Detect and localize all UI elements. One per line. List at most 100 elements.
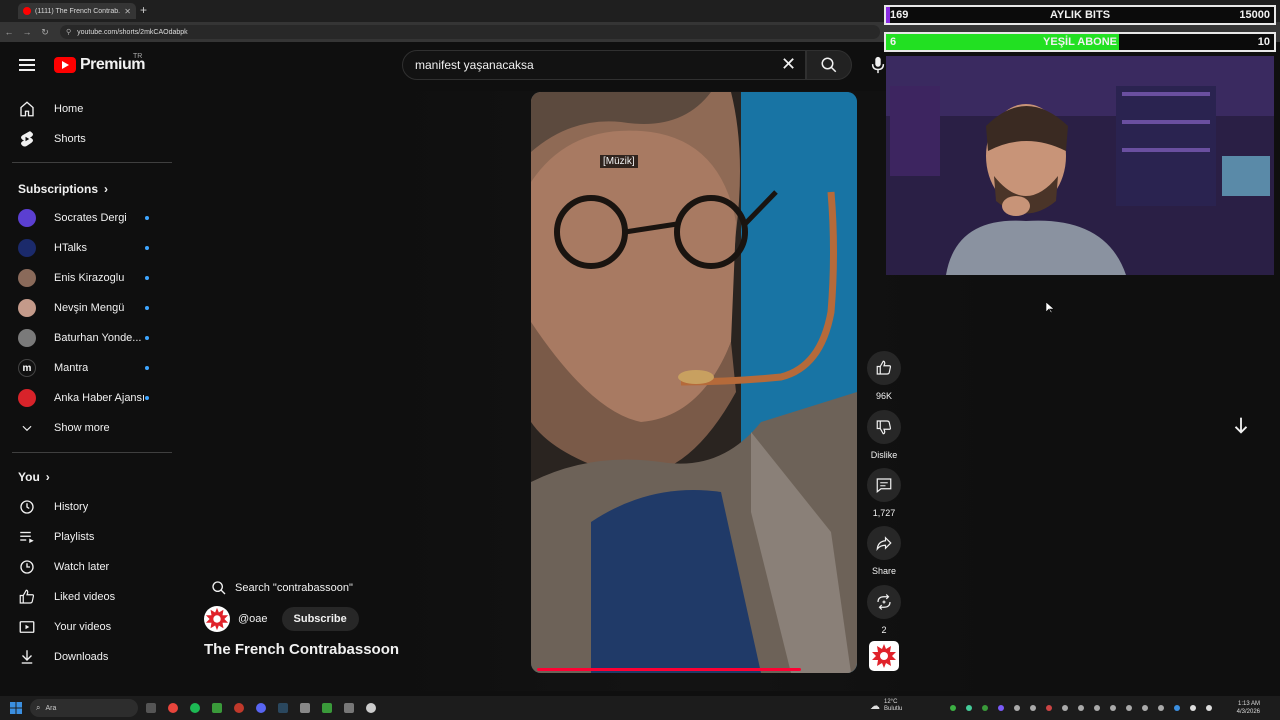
like-button[interactable]: 96K bbox=[866, 351, 902, 401]
sidebar-item-home[interactable]: Home bbox=[0, 94, 170, 124]
tray-app-icon[interactable] bbox=[1094, 705, 1100, 711]
sidebar-item-subscription[interactable]: HTalks bbox=[0, 233, 170, 263]
chrome-icon[interactable] bbox=[168, 703, 178, 713]
show-more-button[interactable]: Show more bbox=[0, 413, 170, 443]
new-content-dot bbox=[145, 366, 149, 370]
youtube-favicon-icon bbox=[23, 7, 31, 15]
sidebar-item-subscription[interactable]: Enis Kirazoglu bbox=[0, 263, 170, 293]
volume-icon[interactable] bbox=[1206, 705, 1212, 711]
tray-app-icon[interactable] bbox=[982, 705, 988, 711]
subscriptions-header[interactable]: Subscriptions › bbox=[18, 182, 108, 196]
sidebar-item-shorts[interactable]: Shorts bbox=[0, 124, 170, 154]
network-icon[interactable] bbox=[1190, 705, 1196, 711]
taskbar-search-label: Ara bbox=[45, 704, 57, 712]
taskbar-search[interactable]: ⌕ Ara bbox=[30, 699, 138, 717]
cloud-icon: ☁ bbox=[870, 700, 880, 712]
channel-handle[interactable]: @oae bbox=[238, 613, 268, 625]
task-view-icon[interactable] bbox=[146, 703, 156, 713]
sidebar-item-subscription[interactable]: Anka Haber Ajansı bbox=[0, 383, 170, 413]
new-tab-icon[interactable]: + bbox=[140, 3, 147, 17]
channel-avatar[interactable] bbox=[204, 606, 230, 632]
comments-circle[interactable] bbox=[867, 468, 901, 502]
subs-goal-current: 6 bbox=[890, 36, 897, 48]
sound-button[interactable] bbox=[869, 641, 899, 671]
menu-icon[interactable] bbox=[19, 59, 35, 71]
sidebar-item-your-videos[interactable]: Your videos bbox=[0, 612, 170, 642]
channel-avatar bbox=[18, 269, 36, 287]
sidebar-item-subscription[interactable]: m Mantra bbox=[0, 353, 170, 383]
remix-button[interactable]: 2 bbox=[866, 585, 902, 635]
sidebar-item-history[interactable]: History bbox=[0, 492, 170, 522]
search-button[interactable] bbox=[806, 50, 852, 80]
xbox-icon[interactable] bbox=[212, 703, 222, 713]
sidebar: Home Shorts Subscriptions › Socrates Der… bbox=[0, 94, 172, 690]
sidebar-item-subscription[interactable]: Socrates Dergi bbox=[0, 203, 170, 233]
settings-icon[interactable] bbox=[300, 703, 310, 713]
sidebar-item-liked-videos[interactable]: Liked videos bbox=[0, 582, 170, 612]
tray-app-icon[interactable] bbox=[1142, 705, 1148, 711]
shorts-video[interactable] bbox=[531, 92, 857, 673]
sidebar-item-watch-later[interactable]: Watch later bbox=[0, 552, 170, 582]
tray-app-icon[interactable] bbox=[1126, 705, 1132, 711]
spotify-icon[interactable] bbox=[190, 703, 200, 713]
tray-app-icon[interactable] bbox=[1030, 705, 1036, 711]
history-icon bbox=[18, 498, 36, 516]
weather-widget[interactable]: ☁ 12°C Bulutlu bbox=[870, 699, 902, 713]
thumbs-down-icon bbox=[876, 420, 892, 435]
dislike-circle[interactable] bbox=[867, 410, 901, 444]
search-suggestion[interactable]: Search "contrabassoon" bbox=[211, 580, 353, 596]
windows-start-icon[interactable] bbox=[10, 702, 22, 714]
channel-avatar bbox=[18, 389, 36, 407]
tray-app-icon[interactable] bbox=[1158, 705, 1164, 711]
comments-button[interactable]: 1,727 bbox=[866, 468, 902, 518]
reload-icon[interactable]: ↻ bbox=[36, 27, 54, 38]
share-circle[interactable] bbox=[867, 526, 901, 560]
sidebar-item-label: Downloads bbox=[54, 651, 109, 663]
subscription-label: HTalks bbox=[54, 242, 88, 254]
subs-goal-target: 10 bbox=[1257, 36, 1270, 48]
tab-close-icon[interactable]: ✕ bbox=[124, 7, 131, 16]
taskbar-clock[interactable]: 1:13 AM 4/3/2026 bbox=[1228, 700, 1260, 716]
tray-app-icon[interactable] bbox=[966, 705, 972, 711]
sidebar-item-subscription[interactable]: Baturhan Yonde... bbox=[0, 323, 170, 353]
video-progress-bar[interactable] bbox=[537, 668, 801, 671]
discord-icon[interactable] bbox=[256, 703, 266, 713]
sidebar-item-playlists[interactable]: Playlists bbox=[0, 522, 170, 552]
address-bar[interactable]: ⚲ youtube.com/shorts/2mkCAOdabpk bbox=[60, 25, 880, 39]
opera-icon[interactable] bbox=[234, 703, 244, 713]
you-header[interactable]: You › bbox=[18, 470, 50, 484]
subscribe-button[interactable]: Subscribe bbox=[281, 607, 359, 631]
remix-circle[interactable] bbox=[867, 585, 901, 619]
youtube-logo[interactable]: Premium bbox=[54, 56, 145, 74]
search-input[interactable]: manifest yaşanacaksa bbox=[402, 50, 806, 80]
tray-app-icon[interactable] bbox=[1110, 705, 1116, 711]
bits-goal-label: AYLIK BITS bbox=[1049, 9, 1111, 21]
channel-avatar bbox=[18, 329, 36, 347]
clear-search-icon[interactable]: ✕ bbox=[781, 54, 796, 74]
tray-app-icon[interactable] bbox=[1046, 705, 1052, 711]
site-info-icon[interactable]: ⚲ bbox=[66, 28, 71, 36]
sidebar-item-downloads[interactable]: Downloads bbox=[0, 642, 170, 672]
chevron-right-icon: › bbox=[45, 470, 50, 484]
browser-tab[interactable]: (1111) The French Contrab... ✕ bbox=[18, 3, 136, 19]
like-circle[interactable] bbox=[867, 351, 901, 385]
video-title[interactable]: The French Contrabassoon bbox=[204, 641, 399, 658]
tray-app-icon[interactable] bbox=[998, 705, 1004, 711]
next-short-button[interactable] bbox=[1230, 414, 1252, 436]
thumbs-up-icon bbox=[876, 360, 892, 375]
game-icon[interactable] bbox=[322, 703, 332, 713]
steam-icon[interactable] bbox=[278, 703, 288, 713]
obs-icon[interactable] bbox=[366, 703, 376, 713]
tray-app-icon[interactable] bbox=[1078, 705, 1084, 711]
tray-app-icon[interactable] bbox=[1014, 705, 1020, 711]
tray-app-icon[interactable] bbox=[950, 705, 956, 711]
share-button[interactable]: Share bbox=[866, 526, 902, 576]
tray-app-icon[interactable] bbox=[1062, 705, 1068, 711]
back-icon[interactable]: ← bbox=[0, 27, 18, 37]
forward-icon[interactable]: → bbox=[18, 27, 36, 37]
subscriptions-title: Subscriptions bbox=[18, 182, 99, 196]
dislike-button[interactable]: Dislike bbox=[866, 410, 902, 460]
sidebar-item-subscription[interactable]: Nevşin Mengü bbox=[0, 293, 170, 323]
calculator-icon[interactable] bbox=[344, 703, 354, 713]
bluetooth-icon[interactable] bbox=[1174, 705, 1180, 711]
